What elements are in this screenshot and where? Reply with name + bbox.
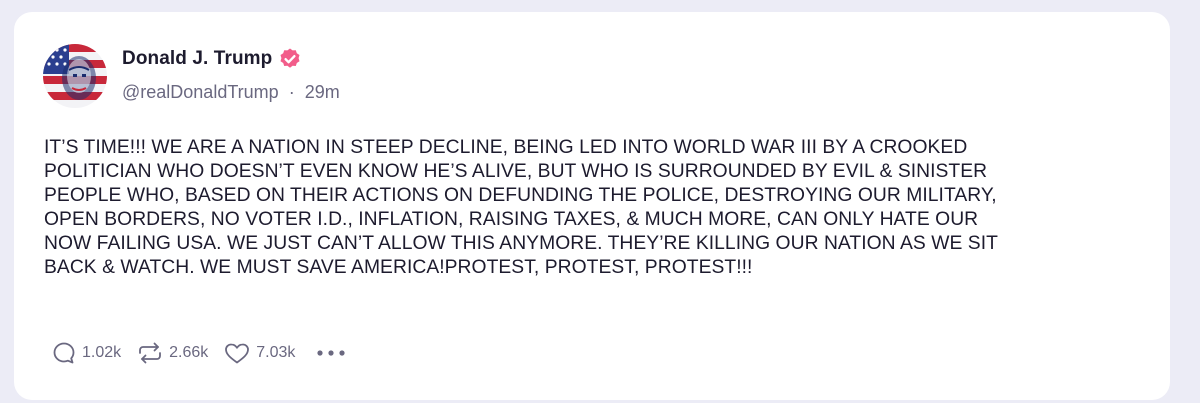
avatar-image bbox=[43, 44, 107, 108]
more-icon[interactable] bbox=[315, 338, 347, 368]
separator: · bbox=[288, 82, 295, 102]
post-card: Donald J. Trump @realDonaldTrump · 29m I… bbox=[14, 12, 1170, 400]
repost-count: 2.66k bbox=[169, 344, 209, 361]
heart-icon bbox=[222, 339, 252, 367]
handle-row: @realDonaldTrump · 29m bbox=[122, 82, 340, 103]
repost-button[interactable]: 2.66k bbox=[135, 339, 208, 367]
post-body: IT’S TIME!!! WE ARE A NATION IN STEEP DE… bbox=[44, 137, 998, 278]
verified-badge-icon bbox=[278, 47, 302, 71]
author-row: Donald J. Trump bbox=[122, 46, 302, 72]
action-bar: 1.02k 2.66k 7.03k bbox=[50, 338, 347, 368]
reply-count: 1.02k bbox=[82, 344, 122, 361]
like-count: 7.03k bbox=[256, 344, 296, 361]
like-button[interactable]: 7.03k bbox=[222, 339, 295, 367]
post-time[interactable]: 29m bbox=[305, 82, 340, 102]
repost-icon bbox=[135, 339, 165, 367]
reply-icon bbox=[50, 339, 78, 367]
author-name[interactable]: Donald J. Trump bbox=[122, 48, 272, 70]
author-handle[interactable]: @realDonaldTrump bbox=[122, 82, 279, 102]
reply-button[interactable]: 1.02k bbox=[50, 339, 121, 367]
avatar[interactable] bbox=[43, 44, 107, 108]
